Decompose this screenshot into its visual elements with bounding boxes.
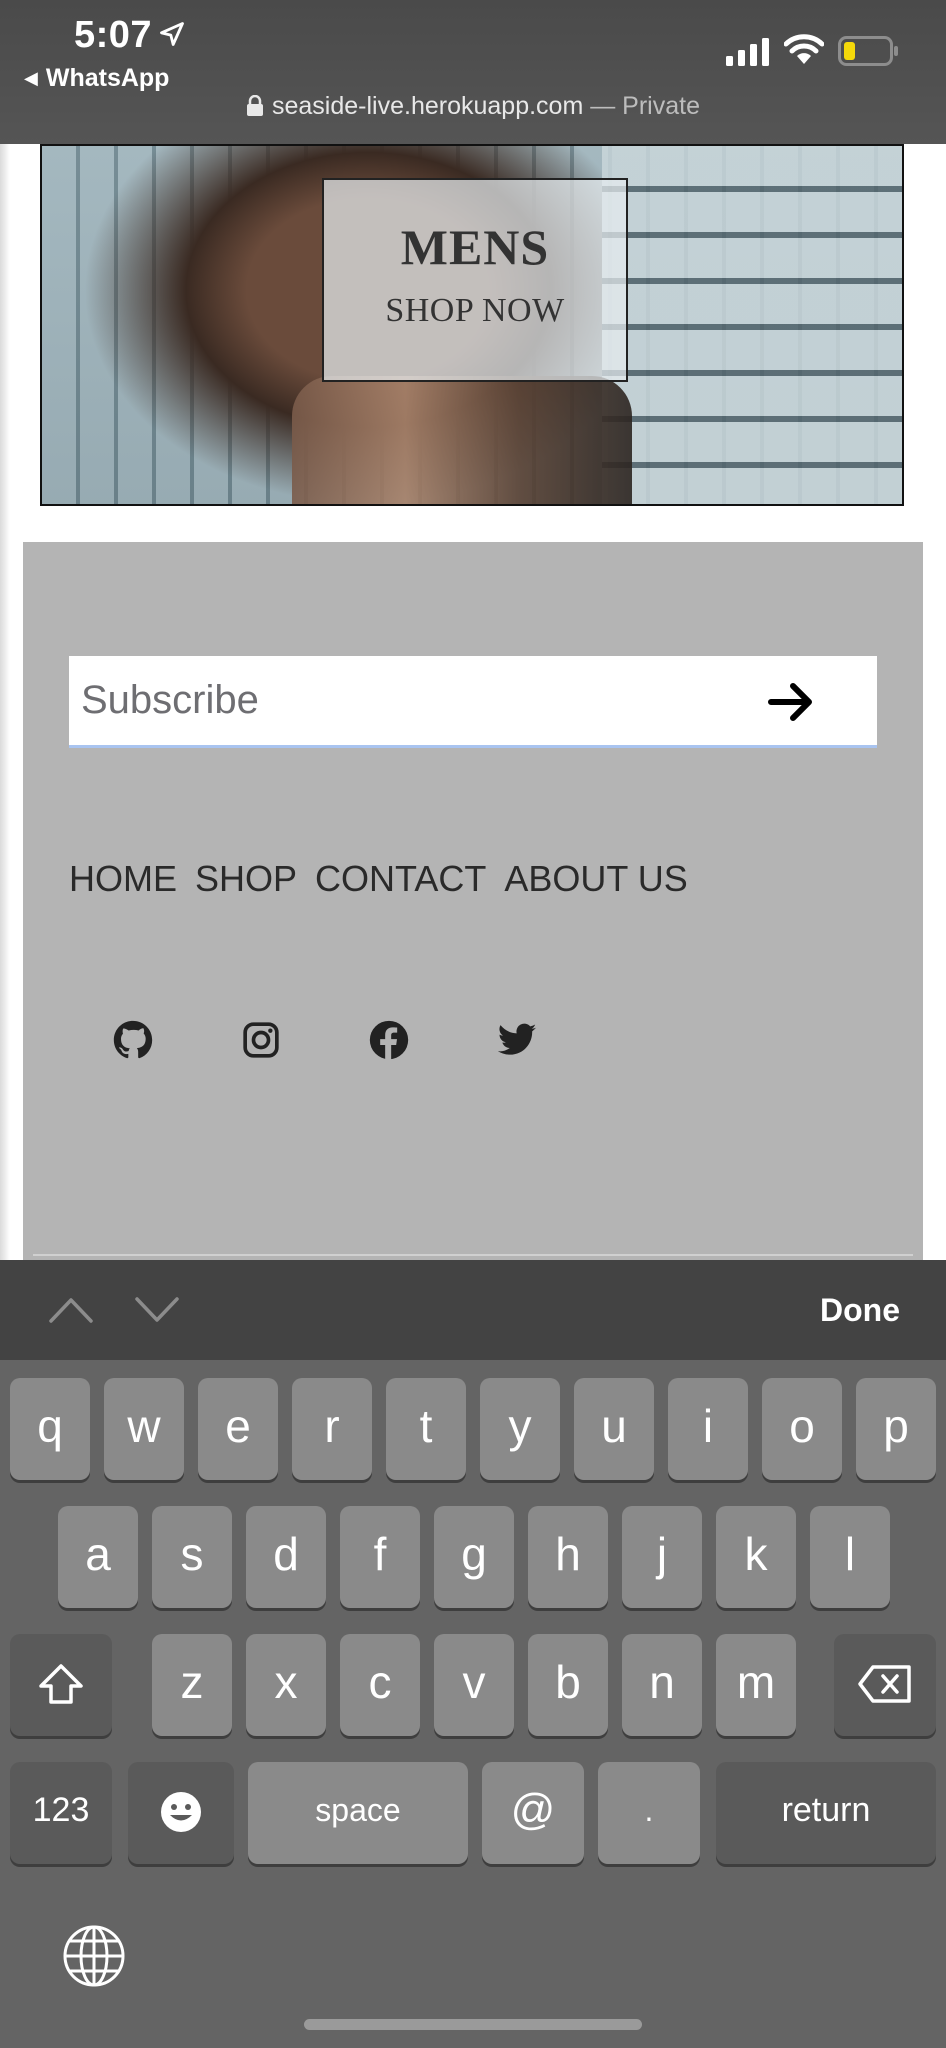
hero-background-building	[602, 146, 902, 504]
key-e[interactable]: e	[198, 1378, 278, 1480]
arrow-right-icon[interactable]	[765, 676, 817, 728]
keyboard-accessory-bar: Done	[0, 1260, 946, 1360]
chevron-down-icon[interactable]	[134, 1296, 180, 1324]
footer: HOME SHOP CONTACT ABOUT US	[23, 542, 923, 1264]
clock: 5:07	[74, 14, 153, 56]
back-app-label: WhatsApp	[45, 64, 170, 92]
hero-overlay-box[interactable]: MENS SHOP NOW	[322, 178, 628, 382]
at-key[interactable]: @	[482, 1762, 584, 1864]
subscribe-input[interactable]	[69, 656, 749, 745]
footer-nav: HOME SHOP CONTACT ABOUT US	[69, 858, 706, 900]
key-g[interactable]: g	[434, 1506, 514, 1608]
status-bar: 5:07 ◀ WhatsApp seaside-live.herokuapp.co…	[0, 0, 946, 144]
key-b[interactable]: b	[528, 1634, 608, 1736]
nav-contact-link[interactable]: CONTACT	[315, 858, 486, 899]
globe-icon[interactable]	[62, 1924, 126, 1988]
nav-home-link[interactable]: HOME	[69, 858, 177, 899]
back-triangle-icon: ◀	[24, 68, 38, 88]
key-n[interactable]: n	[622, 1634, 702, 1736]
numbers-key[interactable]: 123	[10, 1762, 112, 1864]
key-a[interactable]: a	[58, 1506, 138, 1608]
key-k[interactable]: k	[716, 1506, 796, 1608]
key-x[interactable]: x	[246, 1634, 326, 1736]
key-t[interactable]: t	[386, 1378, 466, 1480]
battery-icon	[838, 36, 898, 66]
cellular-signal-icon	[726, 38, 769, 66]
mens-hero-banner[interactable]: MENS SHOP NOW	[40, 144, 904, 506]
lock-icon	[247, 95, 263, 116]
emoji-key[interactable]	[128, 1762, 234, 1864]
twitter-icon[interactable]	[497, 1020, 537, 1060]
facebook-icon[interactable]	[369, 1020, 409, 1060]
page-edge-shadow	[0, 144, 10, 1264]
nav-shop-link[interactable]: SHOP	[195, 858, 297, 899]
key-f[interactable]: f	[340, 1506, 420, 1608]
instagram-icon[interactable]	[241, 1020, 281, 1060]
hero-model-jacket	[292, 376, 632, 504]
key-v[interactable]: v	[434, 1634, 514, 1736]
return-key[interactable]: return	[716, 1762, 936, 1864]
space-key[interactable]: space	[248, 1762, 468, 1864]
emoji-icon	[161, 1792, 201, 1833]
done-button[interactable]: Done	[820, 1292, 900, 1329]
key-c[interactable]: c	[340, 1634, 420, 1736]
shop-now-link[interactable]: SHOP NOW	[324, 292, 626, 330]
dot-key[interactable]: .	[598, 1762, 700, 1864]
shift-icon	[39, 1664, 83, 1704]
key-j[interactable]: j	[622, 1506, 702, 1608]
subscribe-form	[69, 656, 877, 748]
key-y[interactable]: y	[480, 1378, 560, 1480]
backspace-icon	[858, 1665, 911, 1703]
home-indicator[interactable]	[304, 2019, 642, 2030]
key-i[interactable]: i	[668, 1378, 748, 1480]
key-m[interactable]: m	[716, 1634, 796, 1736]
shift-key[interactable]	[10, 1634, 112, 1736]
key-l[interactable]: l	[810, 1506, 890, 1608]
key-u[interactable]: u	[574, 1378, 654, 1480]
footer-divider	[33, 1254, 913, 1256]
key-z[interactable]: z	[152, 1634, 232, 1736]
back-to-app-link[interactable]: ◀ WhatsApp	[24, 64, 169, 93]
location-arrow-icon	[160, 22, 184, 46]
wifi-icon	[784, 34, 824, 64]
key-p[interactable]: p	[856, 1378, 936, 1480]
key-r[interactable]: r	[292, 1378, 372, 1480]
github-icon[interactable]	[113, 1020, 153, 1060]
backspace-key[interactable]	[834, 1634, 936, 1736]
private-label: — Private	[583, 92, 700, 120]
keyboard: q w e r t y u i o p a s d f g h j k l z …	[0, 1360, 946, 2048]
url-bar[interactable]: seaside-live.herokuapp.com — Private	[0, 92, 946, 121]
nav-about-link[interactable]: ABOUT US	[504, 858, 687, 899]
chevron-up-icon[interactable]	[48, 1296, 94, 1324]
hero-title: MENS	[400, 219, 550, 275]
key-o[interactable]: o	[762, 1378, 842, 1480]
key-s[interactable]: s	[152, 1506, 232, 1608]
key-h[interactable]: h	[528, 1506, 608, 1608]
key-q[interactable]: q	[10, 1378, 90, 1480]
key-w[interactable]: w	[104, 1378, 184, 1480]
url-text: seaside-live.herokuapp.com	[272, 92, 584, 120]
key-d[interactable]: d	[246, 1506, 326, 1608]
